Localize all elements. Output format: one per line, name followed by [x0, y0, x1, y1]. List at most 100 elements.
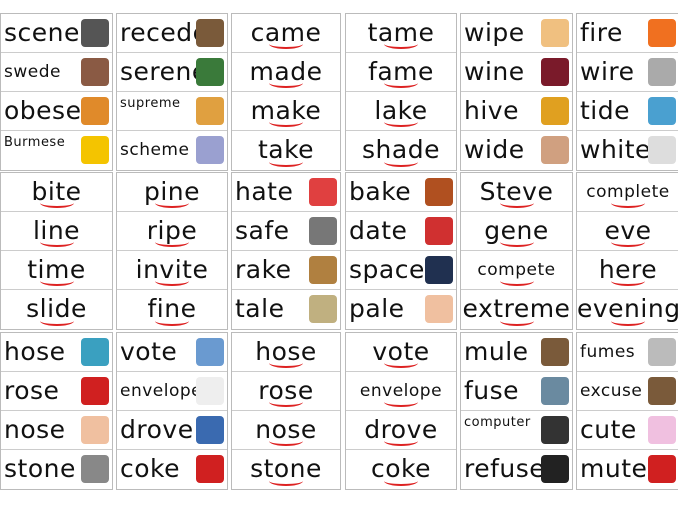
card-column: came made make take	[231, 13, 341, 171]
swede-icon	[81, 58, 109, 86]
word-text: wire	[580, 57, 635, 86]
word-card: safe	[232, 212, 340, 251]
word-card: lake	[346, 92, 456, 131]
word-text: tale	[235, 294, 285, 323]
word-text: rake	[235, 255, 292, 284]
word-text: space	[349, 255, 425, 284]
sound-arc-icon	[269, 476, 303, 486]
word-text: excuse	[580, 381, 643, 401]
mule-icon	[541, 338, 569, 366]
word-text: pale	[349, 294, 405, 323]
sound-arc-icon	[384, 358, 418, 368]
word-card: evening	[577, 290, 678, 329]
sound-arc-icon	[269, 397, 303, 407]
sound-arc-icon	[499, 276, 534, 286]
card-column: hose rose nose stone	[0, 332, 113, 490]
word-card: mute	[577, 450, 678, 489]
word-text: fuse	[464, 376, 520, 405]
word-card: shade	[346, 131, 456, 170]
word-text: safe	[235, 216, 290, 245]
word-card: bake	[346, 173, 456, 212]
shrug-person-icon	[648, 377, 676, 405]
sound-arc-icon	[611, 198, 645, 208]
sound-arc-icon	[499, 316, 534, 326]
word-card: Burmese	[1, 131, 112, 170]
sound-arc-icon	[384, 476, 418, 486]
word-text: stone	[4, 454, 76, 483]
word-card: recede	[117, 14, 227, 53]
word-card: hate	[232, 173, 340, 212]
word-card: made	[232, 53, 340, 92]
word-card: tame	[346, 14, 456, 53]
word-card: wine	[461, 53, 572, 92]
fuse-box-icon	[541, 377, 569, 405]
sound-arc-icon	[269, 358, 303, 368]
word-card: slide	[1, 290, 112, 329]
word-text: hate	[235, 177, 294, 206]
word-card: hose	[1, 333, 112, 372]
card-column: complete eve here evening	[576, 172, 678, 330]
word-text: scene	[4, 18, 80, 47]
word-card: ripe	[117, 212, 227, 251]
card-column: fire wire tide white	[576, 13, 678, 171]
word-card: pale	[346, 290, 456, 329]
book-icon	[309, 295, 337, 323]
word-card: extreme	[461, 290, 572, 329]
word-text: supreme	[120, 96, 181, 111]
sound-arc-icon	[384, 39, 418, 49]
card-column: vote envelope drove coke	[345, 332, 457, 490]
card-column: hose rose nose stone	[231, 332, 341, 490]
word-card: fumes	[577, 333, 678, 372]
sound-arc-icon	[269, 157, 303, 167]
word-card: bite	[1, 173, 112, 212]
word-card: date	[346, 212, 456, 251]
word-card: envelope	[117, 372, 227, 411]
sound-arc-icon	[384, 157, 418, 167]
fire-icon	[648, 19, 676, 47]
word-card: fame	[346, 53, 456, 92]
card-column: mule fuse computer refuse	[460, 332, 573, 490]
word-card: refuse	[461, 450, 572, 489]
clipboard-icon	[196, 136, 224, 164]
word-card: space	[346, 251, 456, 290]
word-card: fine	[117, 290, 227, 329]
word-card: take	[232, 131, 340, 170]
word-text: serene	[120, 57, 208, 86]
word-card: drove	[346, 411, 456, 450]
sound-arc-icon	[384, 436, 418, 446]
beehive-icon	[541, 97, 569, 125]
card-column: wipe wine hive wide	[460, 13, 573, 171]
word-card: hive	[461, 92, 572, 131]
word-text: refuse	[464, 454, 546, 483]
word-card: mule	[461, 333, 572, 372]
card-column: recede serene supreme scheme	[116, 13, 228, 171]
word-text: vote	[120, 337, 178, 366]
word-card: cute	[577, 411, 678, 450]
landscape-icon	[196, 58, 224, 86]
word-card: scene	[1, 14, 112, 53]
word-text: fumes	[580, 342, 636, 362]
word-card: pine	[117, 173, 227, 212]
rocket-icon	[425, 256, 453, 284]
word-text: wipe	[464, 18, 525, 47]
unicorn-icon	[648, 416, 676, 444]
word-card: time	[1, 251, 112, 290]
word-card: supreme	[117, 92, 227, 131]
word-card: vote	[117, 333, 227, 372]
word-text: swede	[4, 62, 61, 82]
word-card: came	[232, 14, 340, 53]
sea-icon	[648, 97, 676, 125]
word-card: serene	[117, 53, 227, 92]
word-text: rose	[4, 376, 60, 405]
sound-arc-icon	[39, 198, 74, 208]
word-card: here	[577, 251, 678, 290]
word-text: wine	[464, 57, 525, 86]
sound-arc-icon	[39, 316, 74, 326]
rose-icon	[81, 377, 109, 405]
word-card: complete	[577, 173, 678, 212]
word-text: fire	[580, 18, 623, 47]
word-text: bake	[349, 177, 412, 206]
word-card: make	[232, 92, 340, 131]
word-card: nose	[232, 411, 340, 450]
word-text: date	[349, 216, 408, 245]
